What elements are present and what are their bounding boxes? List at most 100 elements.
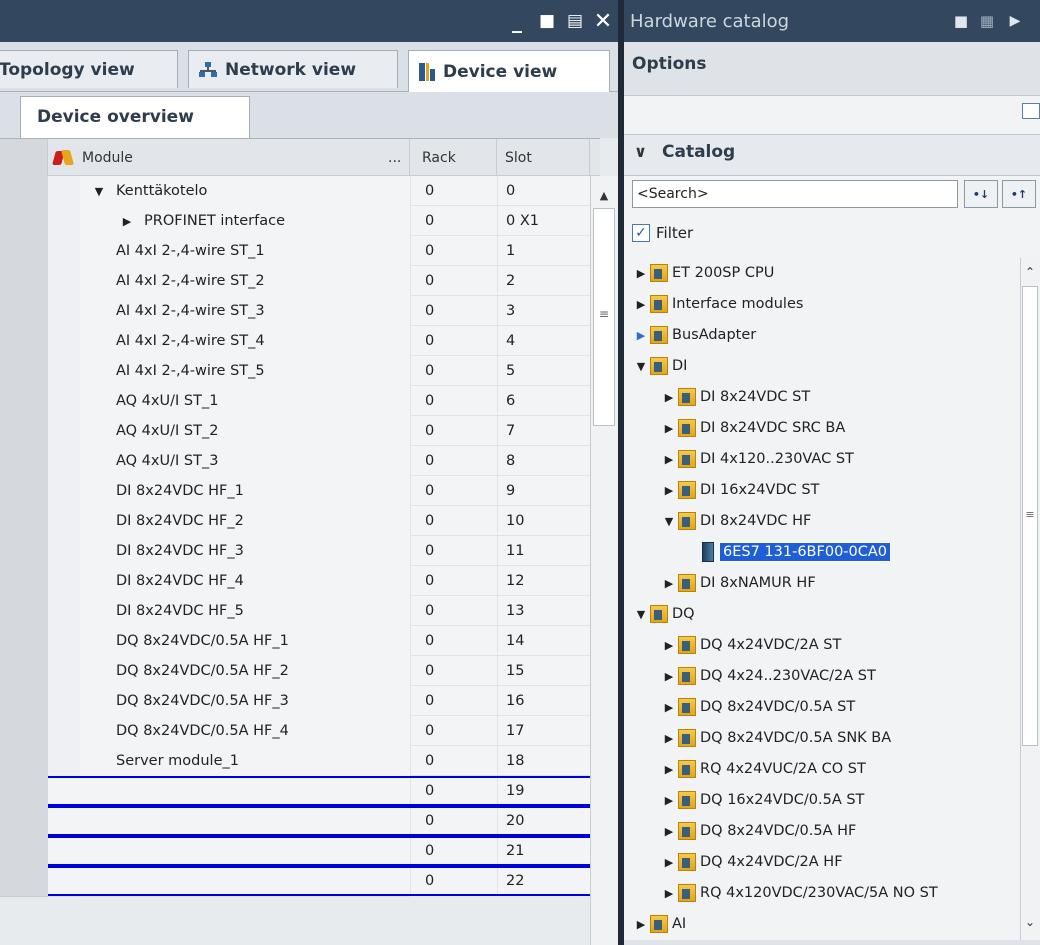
module-cell[interactable]: AQ 4xU/I ST_1 <box>80 386 410 417</box>
expand-right-icon[interactable]: ▶ <box>634 918 648 931</box>
tree-node[interactable]: ▶ Interface modules <box>634 289 803 319</box>
table-row[interactable]: DQ 8x24VDC/0.5A HF_2 0 15 <box>0 656 590 687</box>
filter-checkbox[interactable]: ✓ <box>632 224 650 242</box>
row-gutter[interactable] <box>0 686 48 717</box>
close-icon[interactable]: ✕ <box>588 0 618 42</box>
expand-right-icon[interactable]: ▶ <box>662 701 676 714</box>
table-row[interactable]: AI 4xI 2-,4-wire ST_4 0 4 <box>0 326 590 357</box>
expand-down-icon[interactable]: ▼ <box>634 360 648 373</box>
tree-node[interactable]: ▼ DQ <box>634 599 695 629</box>
tree-node[interactable]: ▶ BusAdapter <box>634 320 756 350</box>
column-module[interactable]: Module <box>48 139 410 176</box>
table-row[interactable]: 0 19 <box>0 776 590 807</box>
module-cell[interactable]: DQ 8x24VDC/0.5A HF_2 <box>80 656 410 687</box>
module-cell[interactable]: DQ 8x24VDC/0.5A HF_3 <box>80 686 410 717</box>
table-row[interactable]: Server module_1 0 18 <box>0 746 590 777</box>
table-row[interactable]: ▶ PROFINET interface 0 0 X1 <box>0 206 590 237</box>
table-row[interactable]: AI 4xI 2-,4-wire ST_1 0 1 <box>0 236 590 267</box>
module-cell[interactable] <box>80 866 410 897</box>
tree-node[interactable]: ▶ DI 16x24VDC ST <box>662 475 819 505</box>
layout-icon[interactable]: ▦ <box>972 0 1002 42</box>
maximize-icon[interactable]: ▤ <box>560 0 590 42</box>
tree-node[interactable]: ▶ DQ 4x24VDC/2A ST <box>662 630 841 660</box>
row-gutter[interactable] <box>0 476 48 507</box>
expand-right-icon[interactable]: ▶ <box>662 422 676 435</box>
module-cell[interactable]: DI 8x24VDC HF_2 <box>80 506 410 537</box>
expand-right-icon[interactable]: ▶ <box>662 825 676 838</box>
tree-node[interactable]: ▶ DI 8x24VDC ST <box>662 382 810 412</box>
tree-node[interactable]: ▶ ET 200SP CPU <box>634 258 774 288</box>
scroll-down-icon[interactable]: ⌄ <box>1021 912 1039 932</box>
module-cell[interactable]: ▼ Kenttäkotelo <box>80 176 410 207</box>
tree-node[interactable]: ▶ DQ 4x24VDC/2A HF <box>662 847 843 877</box>
row-gutter[interactable] <box>0 506 48 537</box>
tab-network-view[interactable]: Network view <box>188 50 398 88</box>
table-row[interactable]: 0 22 <box>0 866 590 897</box>
tree-node[interactable]: ▶ DI 8x24VDC SRC BA <box>662 413 845 443</box>
scroll-up-icon[interactable]: ▲ <box>592 184 616 206</box>
module-cell[interactable]: AI 4xI 2-,4-wire ST_5 <box>80 356 410 387</box>
table-row[interactable]: DI 8x24VDC HF_1 0 9 <box>0 476 590 507</box>
tree-node[interactable]: ▶ DQ 8x24VDC/0.5A HF <box>662 816 856 846</box>
tree-node[interactable]: ▶ DQ 8x24VDC/0.5A SNK BA <box>662 723 891 753</box>
row-gutter[interactable] <box>0 536 48 567</box>
row-gutter[interactable] <box>0 836 48 867</box>
table-row[interactable]: DI 8x24VDC HF_4 0 12 <box>0 566 590 597</box>
table-row[interactable]: AI 4xI 2-,4-wire ST_5 0 5 <box>0 356 590 387</box>
expand-right-icon[interactable]: ▶ <box>662 732 676 745</box>
expand-right-icon[interactable]: ▶ <box>662 670 676 683</box>
module-cell[interactable]: DI 8x24VDC HF_3 <box>80 536 410 567</box>
search-up-icon[interactable]: •↑ <box>1002 180 1036 208</box>
row-gutter[interactable] <box>0 356 48 387</box>
row-gutter[interactable] <box>0 776 48 807</box>
module-cell[interactable]: AI 4xI 2-,4-wire ST_3 <box>80 296 410 327</box>
module-cell[interactable]: AI 4xI 2-,4-wire ST_4 <box>80 326 410 357</box>
table-row[interactable]: ▼ Kenttäkotelo 0 0 <box>0 176 590 207</box>
module-cell[interactable] <box>80 806 410 837</box>
row-gutter[interactable] <box>0 296 48 327</box>
table-row[interactable]: 0 21 <box>0 836 590 867</box>
tree-node[interactable]: 6ES7 131-6BF00-0CA0 <box>690 537 892 567</box>
expand-right-icon[interactable]: ▶ <box>662 577 676 590</box>
expand-right-icon[interactable]: ▶ <box>662 391 676 404</box>
minimize-icon[interactable]: _ <box>502 0 532 42</box>
expand-right-icon[interactable]: ▶ <box>120 215 134 228</box>
tab-device-overview[interactable]: Device overview <box>20 96 250 138</box>
row-gutter[interactable] <box>0 566 48 597</box>
module-cell[interactable]: AQ 4xU/I ST_2 <box>80 416 410 447</box>
row-gutter[interactable] <box>0 446 48 477</box>
tree-node[interactable]: ▼ DI 8x24VDC HF <box>662 506 811 536</box>
tree-node[interactable]: ▶ RQ 4x120VDC/230VAC/5A NO ST <box>662 878 938 908</box>
row-gutter[interactable] <box>0 806 48 837</box>
table-row[interactable]: AI 4xI 2-,4-wire ST_2 0 2 <box>0 266 590 297</box>
catalog-search-input[interactable] <box>632 180 958 208</box>
table-row[interactable]: DQ 8x24VDC/0.5A HF_4 0 17 <box>0 716 590 747</box>
expand-right-icon[interactable]: ▶ <box>662 763 676 776</box>
module-cell[interactable] <box>80 836 410 867</box>
tree-node[interactable]: ▶ DI 8xNAMUR HF <box>662 568 816 598</box>
collapse-arrow-icon[interactable]: ▶ <box>1000 0 1030 42</box>
module-cell[interactable]: Server module_1 <box>80 746 410 777</box>
column-rack[interactable]: Rack <box>410 139 497 176</box>
tree-node[interactable]: ▶ AI <box>634 909 686 939</box>
tree-node[interactable]: ▶ DQ 16x24VDC/0.5A ST <box>662 785 864 815</box>
row-gutter[interactable] <box>0 206 48 237</box>
float-window-icon[interactable]: ■ <box>532 0 562 42</box>
search-down-icon[interactable]: •↓ <box>964 180 998 208</box>
tree-node[interactable]: ▶ DQ 4x24..230VAC/2A ST <box>662 661 876 691</box>
table-row[interactable]: DI 8x24VDC HF_5 0 13 <box>0 596 590 627</box>
module-cell[interactable]: ▶ PROFINET interface <box>80 206 410 237</box>
row-gutter[interactable] <box>0 656 48 687</box>
module-cell[interactable]: DI 8x24VDC HF_4 <box>80 566 410 597</box>
expand-right-icon[interactable]: ▶ <box>662 887 676 900</box>
row-gutter[interactable] <box>0 746 48 777</box>
chevron-down-icon[interactable]: ∨ <box>634 142 647 161</box>
table-row[interactable]: DI 8x24VDC HF_3 0 11 <box>0 536 590 567</box>
tab-topology-view[interactable]: Topology view <box>0 50 178 88</box>
module-cell[interactable]: AQ 4xU/I ST_3 <box>80 446 410 477</box>
table-row[interactable]: DQ 8x24VDC/0.5A HF_3 0 16 <box>0 686 590 717</box>
row-gutter[interactable] <box>0 266 48 297</box>
tree-node[interactable]: ▼ DI <box>634 351 687 381</box>
table-row[interactable]: AQ 4xU/I ST_3 0 8 <box>0 446 590 477</box>
table-row[interactable]: DQ 8x24VDC/0.5A HF_1 0 14 <box>0 626 590 657</box>
